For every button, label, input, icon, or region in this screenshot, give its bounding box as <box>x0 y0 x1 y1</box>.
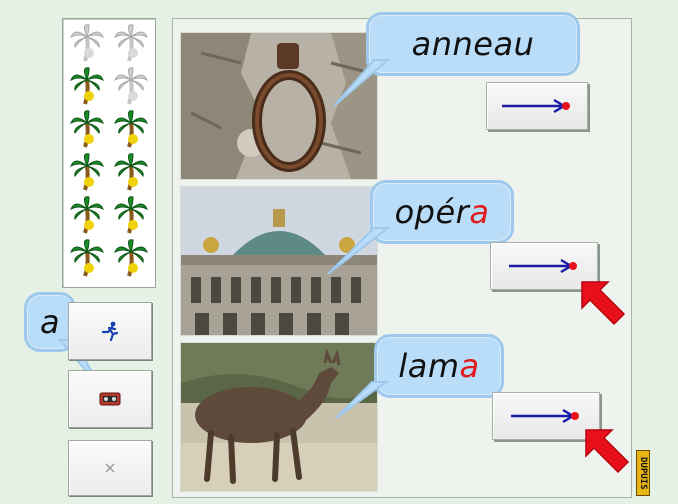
palm-tree-icon <box>113 195 149 235</box>
word-bubble-opera-tail <box>327 227 391 275</box>
palm-tree-icon <box>113 109 149 149</box>
sound-button[interactable] <box>68 370 152 428</box>
word-bubble-lama: lama <box>374 334 504 398</box>
letter-bubble-text: a <box>39 303 61 341</box>
word-lama-highlight: a <box>459 347 480 385</box>
word-bubble-anneau-tail <box>333 59 391 107</box>
word-lama-prefix: lam <box>398 347 460 385</box>
score-panel <box>62 18 156 288</box>
arrow-button-anneau[interactable] <box>486 82 588 130</box>
empty-palm-tree-icon <box>69 23 105 63</box>
arrow-right-icon <box>511 408 579 424</box>
palm-tree-icon <box>69 195 105 235</box>
word-opera-prefix: opér <box>394 193 470 231</box>
palm-tree-icon <box>69 109 105 149</box>
palm-tree-icon <box>69 238 105 278</box>
run-button[interactable] <box>68 302 152 360</box>
side-badge: DUPUIS <box>636 450 650 496</box>
palm-tree-icon <box>69 66 105 106</box>
side-badge-text: DUPUIS <box>638 456 648 490</box>
palm-tree-icon <box>113 238 149 278</box>
running-man-icon <box>101 321 119 342</box>
pointer-arrow-opera-icon <box>581 281 626 326</box>
word-anneau-prefix: anneau <box>411 25 535 63</box>
palm-tree-icon <box>113 152 149 192</box>
empty-palm-tree-icon <box>113 66 149 106</box>
palm-tree-icon <box>69 152 105 192</box>
pointer-arrow-lama-icon <box>585 429 630 474</box>
word-bubble-anneau: anneau <box>366 12 580 76</box>
empty-palm-tree-icon <box>113 23 149 63</box>
close-icon <box>105 463 115 473</box>
arrow-right-icon <box>509 258 577 274</box>
close-button[interactable] <box>68 440 152 496</box>
word-bubble-lama-tail <box>335 381 390 419</box>
word-opera-highlight: a <box>469 193 490 231</box>
arrow-right-icon <box>502 98 570 114</box>
tape-recorder-icon <box>99 392 121 406</box>
